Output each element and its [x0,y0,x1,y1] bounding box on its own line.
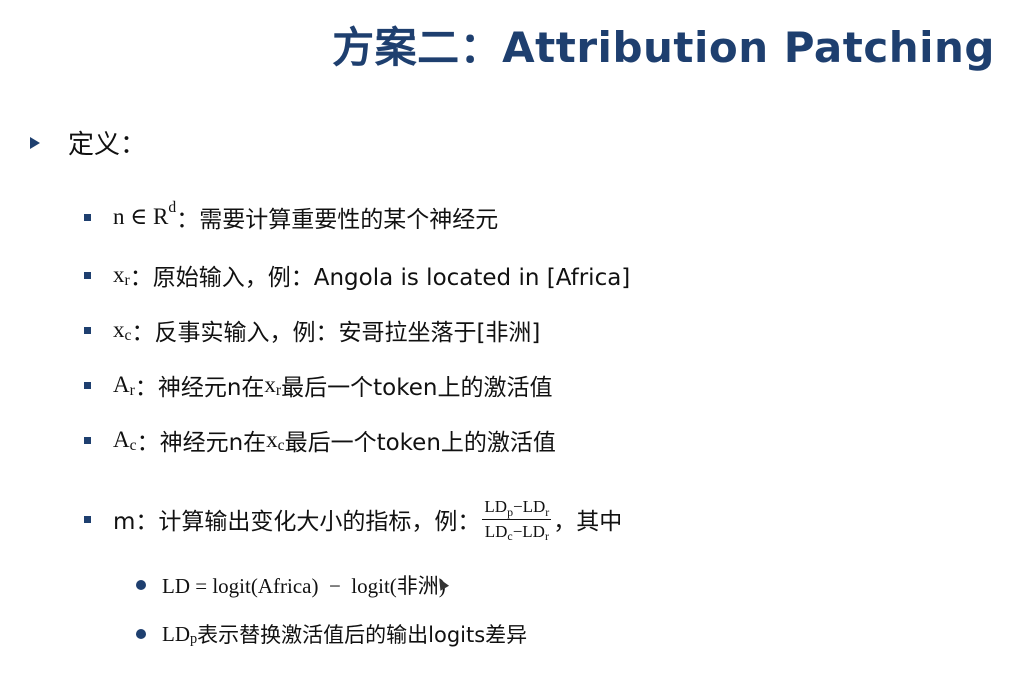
ld-subscript: r [545,504,550,519]
fraction-numerator: LDp−LDr [482,497,552,520]
fraction-denominator: LDc−LDr [483,520,551,544]
item-text: 最后一个token上的激活值 [281,375,553,401]
math-subscript: p [190,630,198,647]
list-item: x c ：反事实输入，例：安哥拉坐落于[非洲] [84,313,540,347]
square-bullet-icon [84,381,91,389]
minus-sign: − [513,497,523,516]
ld-term: LD [522,521,545,541]
item-text: ：神经元n在 [134,375,265,401]
item-text: ：需要计算重要性的某个神经元 [176,207,499,233]
fraction-formula: LDp−LDr LDc−LDr [482,497,552,544]
math-subscript: c [129,436,137,454]
triangle-bullet-icon [30,136,40,149]
item-text: 表示替换激活值后的输出logits差异 [197,623,528,647]
ld-subscript: r [544,529,549,544]
ld-term: LD [484,521,508,541]
sub-list-item: LD = logit(Africa) − logit(非洲) [136,570,446,600]
square-bullet-icon [84,326,91,334]
round-bullet-icon [136,629,146,639]
definition-label: 定义： [68,130,147,160]
math-subscript: r [129,381,135,399]
square-bullet-icon [84,213,91,221]
item-text: ：反事实输入，例：安哥拉坐落于[非洲] [131,320,541,346]
square-bullet-icon [84,436,91,444]
item-text: ，其中 [553,509,623,536]
math-superscript: d [168,199,177,217]
list-item: Ac ：神经元n在 x c 最后一个token上的激活值 [84,423,556,457]
minus-sign: − [512,521,523,541]
ld-subscript: c [507,529,513,544]
list-item: m：计算输出变化大小的指标，例： LDp−LDr LDc−LDr ，其中 [84,497,623,544]
ld-term: LD [484,497,508,516]
ld-formula: LD = logit(Africa) − logit(非洲) [162,574,446,598]
square-bullet-icon [84,515,91,523]
math-symbol-inline: x [264,372,276,397]
slide-title: 方案二：Attribution Patching [332,23,995,72]
item-text: ：原始输入，例：Angola is located in [Africa] [129,265,631,291]
math-subscript: c [124,326,132,344]
math-symbol: A [113,427,130,452]
item-text: m：计算输出变化大小的指标，例： [113,509,481,536]
item-text: ：神经元n在 [136,430,267,456]
math-subscript: r [275,381,282,399]
definition-heading: 定义： [30,124,146,161]
square-bullet-icon [84,271,91,279]
list-item: x r ：原始输入，例：Angola is located in [Africa] [84,258,630,292]
list-item: Ar ：神经元n在 x r 最后一个token上的激活值 [84,368,552,402]
sub-list-item: LD p 表示替换激活值后的输出logits差异 [136,619,527,649]
item-text: 最后一个token上的激活值 [284,430,556,456]
math-symbol: n ∈ R [113,204,169,229]
math-symbol-inline: x [266,427,278,452]
ld-term: LD [522,497,546,516]
list-item: n ∈ Rd ：需要计算重要性的某个神经元 [84,199,499,234]
math-symbol: x [113,262,125,287]
round-bullet-icon [136,580,146,590]
ld-subscript: p [507,504,514,519]
math-symbol: x [113,317,125,342]
math-subscript: c [277,436,285,454]
math-symbol: A [113,372,130,397]
math-symbol: LD [162,621,190,646]
math-subscript: r [124,271,130,289]
